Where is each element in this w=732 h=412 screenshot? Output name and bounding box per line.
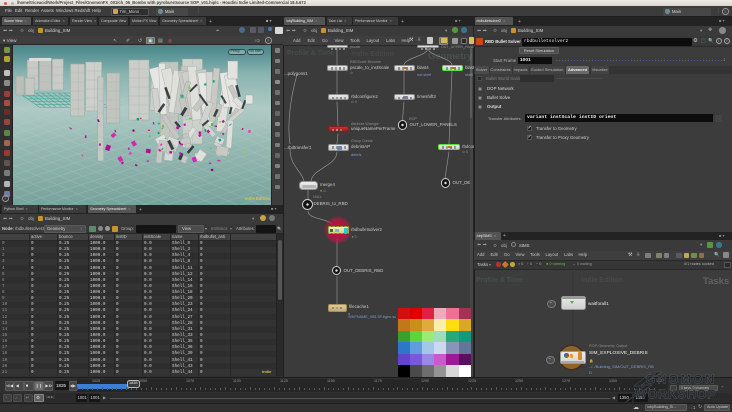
svg-text:GNOMON: GNOMON bbox=[646, 373, 717, 387]
svg-text:WORKSHOP: WORKSHOP bbox=[635, 388, 716, 402]
